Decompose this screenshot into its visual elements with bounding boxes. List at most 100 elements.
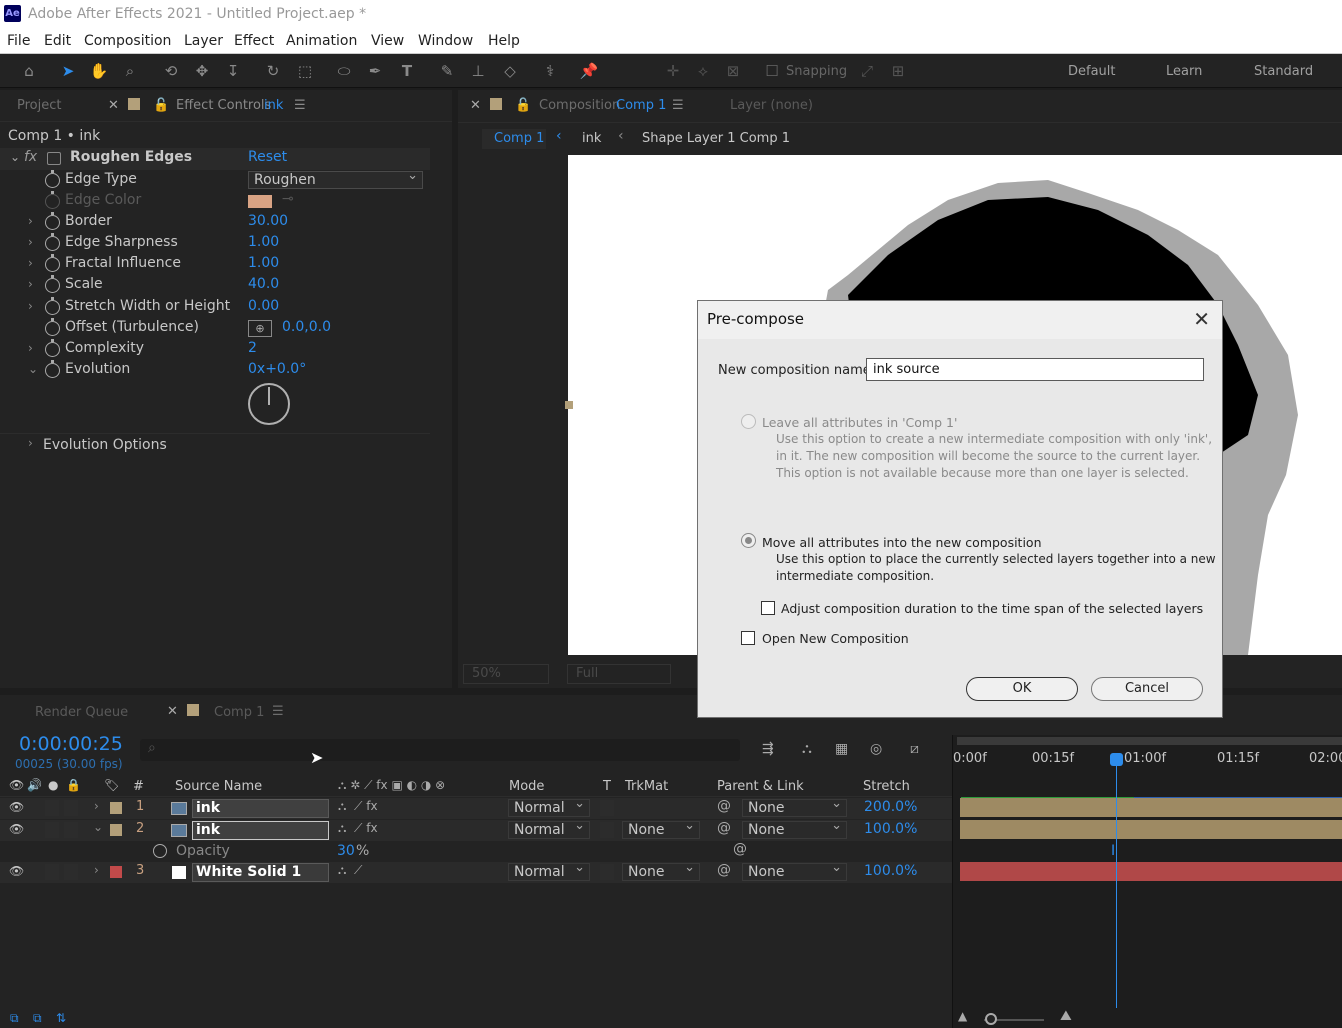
tab-composition[interactable]: Composition [539, 98, 620, 113]
solo-switch[interactable] [45, 822, 59, 838]
eraser-tool-icon[interactable]: ◇ [499, 60, 521, 82]
stopwatch-icon[interactable] [45, 339, 60, 357]
close-tab-icon[interactable]: ✕ [470, 98, 481, 113]
tab-render-queue[interactable]: Render Queue [35, 705, 128, 720]
parent-dropdown[interactable]: None [742, 796, 847, 817]
tab-project[interactable]: Project [17, 98, 61, 113]
zoom-in-icon[interactable]: ⛰ [1060, 1008, 1072, 1024]
zoom-tool-icon[interactable]: ⌕ [119, 60, 141, 82]
audio-icon[interactable]: 🔊 [27, 778, 42, 792]
parent-dropdown[interactable]: None [742, 818, 847, 839]
fx-toggle-icon[interactable]: fx [24, 149, 37, 165]
mode-dropdown[interactable]: Normal [508, 818, 590, 839]
preserve-transparency-switch[interactable] [600, 864, 614, 880]
collapse-arrow-icon[interactable]: ⌄ [28, 362, 38, 376]
search-input[interactable]: ⌕ [140, 739, 740, 761]
expand-arrow-icon[interactable]: › [28, 299, 33, 313]
panel-menu-icon[interactable]: ☰ [672, 98, 684, 113]
motion-blur-icon[interactable]: ◎ [870, 741, 882, 757]
workspace-default[interactable]: Default [1068, 64, 1116, 79]
crumb-ink[interactable]: ink [582, 131, 601, 146]
close-tab-icon[interactable]: ✕ [167, 704, 178, 719]
pick-whip-icon[interactable]: @ [717, 798, 731, 814]
snap-icon[interactable]: ⤢ [856, 60, 878, 82]
evolution-value[interactable]: 0x+0.0° [248, 361, 306, 377]
resolution-dropdown[interactable]: Full [567, 664, 671, 684]
lock-icon[interactable]: 🔓 [153, 98, 169, 113]
puppet-pin-icon[interactable]: 📌 [578, 60, 600, 82]
expand-arrow-icon[interactable]: › [28, 235, 33, 249]
menu-composition[interactable]: Composition [84, 33, 171, 49]
stopwatch-icon[interactable] [153, 844, 167, 858]
lock-switch[interactable] [64, 822, 78, 838]
timecode-display[interactable]: 0:00:00:25 [19, 733, 123, 755]
label-color[interactable] [110, 866, 122, 878]
expand-arrow-icon[interactable]: › [28, 341, 33, 355]
move-attributes-radio[interactable] [741, 533, 756, 548]
solo-switch[interactable] [45, 800, 59, 816]
close-icon[interactable]: ✕ [1193, 307, 1210, 331]
expand-arrow-icon[interactable]: › [94, 863, 99, 877]
solo-icon[interactable]: ● [48, 778, 58, 792]
shy-layers-icon[interactable]: ⛬ [802, 741, 812, 757]
collapse-arrow-icon[interactable]: ⌄ [10, 150, 20, 164]
pan-camera-icon[interactable]: ✥ [191, 60, 213, 82]
collapse-arrow-icon[interactable]: ⌄ [93, 820, 103, 834]
zoom-slider-thumb[interactable] [985, 1013, 997, 1025]
leave-attributes-radio[interactable] [741, 414, 756, 429]
expand-arrow-icon[interactable]: › [28, 436, 33, 450]
preserve-transparency-switch[interactable] [600, 800, 614, 816]
layer-name[interactable]: ink [192, 799, 329, 818]
expression-pick-whip-icon[interactable]: @ [733, 841, 747, 857]
hand-tool-icon[interactable]: ✋ [88, 60, 110, 82]
stopwatch-icon[interactable] [45, 170, 60, 188]
rotate-tool-icon[interactable]: ↻ [262, 60, 284, 82]
edge-type-dropdown[interactable]: Roughen [248, 168, 423, 189]
home-icon[interactable]: ⌂ [18, 60, 40, 82]
effect-header[interactable]: ⌄ fx Roughen Edges Reset [0, 148, 430, 170]
orbit-camera-icon[interactable]: ⟲ [160, 60, 182, 82]
solo-switch[interactable] [45, 864, 59, 880]
layer-switches-icons[interactable]: ⛬ ⟋ fx [338, 799, 378, 814]
menu-file[interactable]: File [7, 33, 30, 49]
type-tool-icon[interactable]: T [396, 60, 418, 82]
anchor-handle[interactable] [565, 401, 573, 409]
clone-stamp-icon[interactable]: ⊥ [467, 60, 489, 82]
local-axis-icon[interactable]: ✛ [662, 60, 684, 82]
playhead-handle[interactable] [1110, 753, 1123, 766]
toggle-stretch-icon[interactable]: ⇅ [56, 1011, 66, 1025]
stopwatch-icon[interactable] [45, 254, 60, 272]
view-axis-icon[interactable]: ⊠ [722, 60, 744, 82]
layer-row-1[interactable]: 👁 › 1 ink ⛬ ⟋ fx Normal @ None 200.0% [0, 796, 952, 819]
eyedropper-icon[interactable]: ⊸ [282, 191, 294, 207]
border-value[interactable]: 30.00 [248, 213, 288, 229]
cancel-button[interactable]: Cancel [1091, 677, 1203, 701]
reset-link[interactable]: Reset [248, 149, 287, 165]
menu-layer[interactable]: Layer [184, 33, 223, 49]
label-tag-icon[interactable]: 🏷 [104, 778, 119, 792]
trkmat-dropdown[interactable]: None [622, 818, 700, 839]
menu-edit[interactable]: Edit [44, 33, 71, 49]
snapping-checkbox[interactable]: ☐ [764, 60, 780, 82]
stopwatch-icon[interactable] [45, 275, 60, 293]
pick-whip-icon[interactable]: @ [717, 862, 731, 878]
panel-menu-icon[interactable]: ☰ [272, 704, 284, 719]
expand-arrow-icon[interactable]: › [28, 214, 33, 228]
toggle-switches-icon[interactable]: ⧉ [10, 1011, 19, 1026]
tab-comp-name[interactable]: Comp 1 [616, 98, 666, 113]
world-axis-icon[interactable]: ⟡ [692, 60, 714, 82]
pen-tool-icon[interactable]: ✒ [364, 60, 386, 82]
zoom-dropdown[interactable]: 50% [463, 664, 549, 684]
scale-value[interactable]: 40.0 [248, 276, 279, 292]
lock-column-icon[interactable]: 🔒 [66, 778, 81, 792]
brush-tool-icon[interactable]: ✎ [436, 60, 458, 82]
open-new-comp-checkbox[interactable] [741, 631, 755, 645]
snap-grid-icon[interactable]: ⊞ [887, 60, 909, 82]
crumb-shape-layer[interactable]: Shape Layer 1 Comp 1 [642, 131, 790, 146]
comp-flowchart-icon[interactable]: ⇶ [762, 741, 774, 757]
lock-switch[interactable] [64, 864, 78, 880]
adjust-duration-checkbox[interactable] [761, 601, 775, 615]
expand-arrow-icon[interactable]: › [28, 277, 33, 291]
stretch-value[interactable]: 100.0% [864, 863, 917, 879]
fractal-influence-value[interactable]: 1.00 [248, 255, 279, 271]
